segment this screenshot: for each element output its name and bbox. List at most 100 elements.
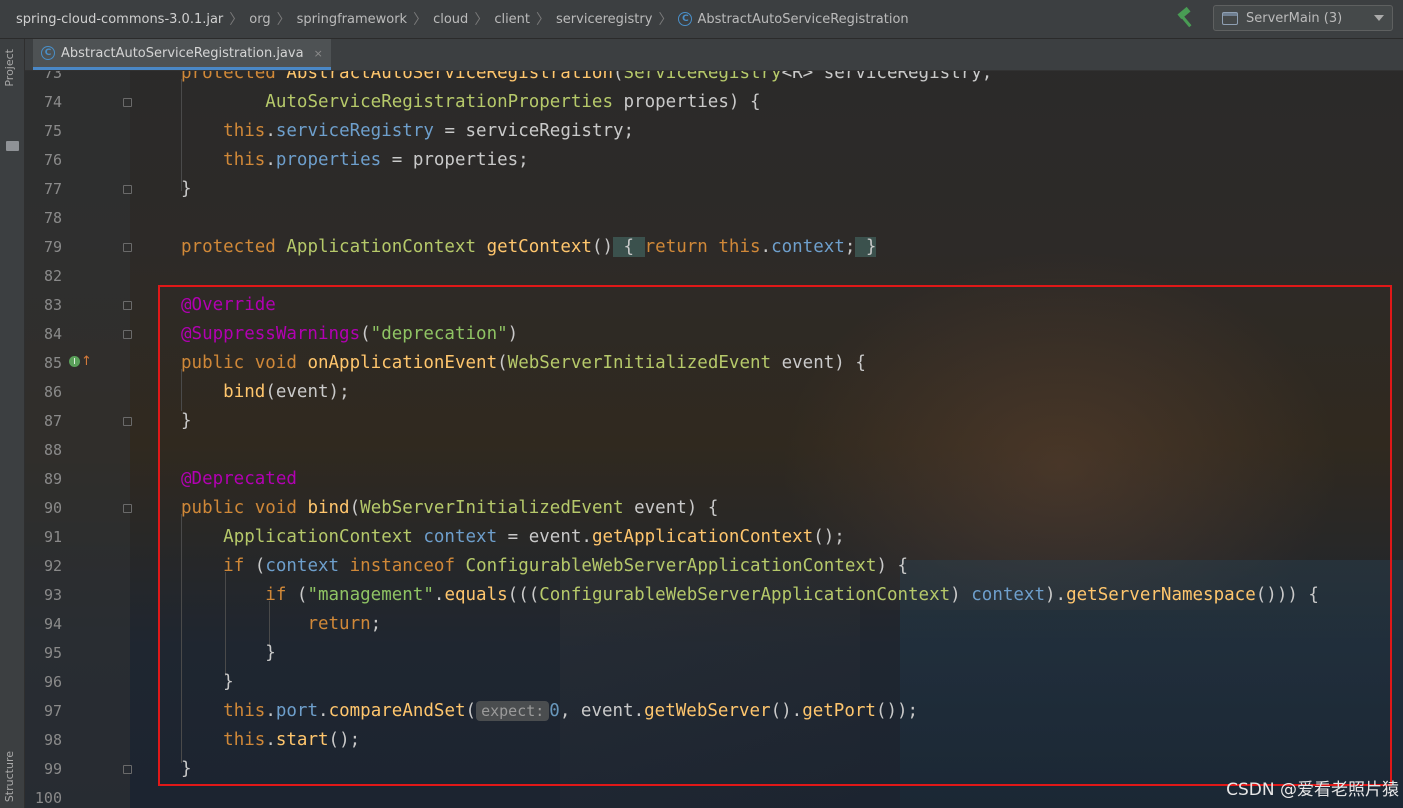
class-icon: C (678, 12, 693, 26)
line-number: 77 (43, 180, 62, 198)
breadcrumb-jar[interactable]: spring-cloud-commons-3.0.1.jar (16, 12, 223, 27)
code-line: 95 } (25, 639, 1403, 668)
code-line: 92 if (context instanceof ConfigurableWe… (25, 552, 1403, 581)
code-editor[interactable]: 73 protected AbstractAutoServiceRegistra… (25, 71, 1403, 808)
fold-icon[interactable] (123, 330, 132, 339)
code-text: } (181, 759, 192, 779)
line-number: 76 (43, 151, 62, 169)
fold-icon[interactable] (123, 504, 132, 513)
code-line: 93 if ("management".equals(((Configurabl… (25, 581, 1403, 610)
code-text: return; (307, 614, 382, 634)
line-number: 87 (43, 412, 62, 430)
breadcrumb-cloud[interactable]: cloud (433, 12, 468, 27)
code-line: 94 return; (25, 610, 1403, 639)
code-text: this.properties = properties; (223, 150, 529, 170)
breadcrumb-springframework[interactable]: springframework (297, 12, 407, 27)
code-text: bind(event); (223, 382, 350, 402)
line-number: 99 (43, 760, 62, 778)
close-icon[interactable]: × (314, 47, 323, 60)
fold-icon[interactable] (123, 301, 132, 310)
run-configuration-select[interactable]: ServerMain (3) (1213, 5, 1393, 31)
class-icon: C (41, 46, 55, 60)
code-line: 79 protected ApplicationContext getConte… (25, 233, 1403, 262)
code-text: if ("management".equals(((ConfigurableWe… (265, 585, 1319, 605)
line-number: 84 (43, 325, 62, 343)
chevron-down-icon (1374, 15, 1384, 21)
code-line: 75 this.serviceRegistry = serviceRegistr… (25, 117, 1403, 146)
fold-icon[interactable] (123, 243, 132, 252)
code-text: public void bind(WebServerInitializedEve… (181, 498, 719, 518)
structure-tool-button[interactable]: Structure (3, 751, 16, 802)
code-text: @Deprecated (181, 469, 297, 489)
parameter-hint: expect: (476, 701, 550, 721)
code-text: } (181, 672, 234, 692)
code-line: 86 bind(event); (25, 378, 1403, 407)
editor-tab-bar: C AbstractAutoServiceRegistration.java × (25, 39, 1403, 71)
application-config-icon (1222, 11, 1238, 25)
breadcrumb-separator: 〉 (536, 12, 551, 28)
code-line: 76 this.properties = properties; (25, 146, 1403, 175)
line-number: 92 (43, 557, 62, 575)
code-line: 96 } (25, 668, 1403, 697)
code-line: 77 } (25, 175, 1403, 204)
code-text: this.serviceRegistry = serviceRegistry; (223, 121, 635, 141)
line-number: 83 (43, 296, 62, 314)
line-number: 98 (43, 731, 62, 749)
run-configuration-label: ServerMain (3) (1246, 10, 1343, 26)
code-lines: 73 protected AbstractAutoServiceRegistra… (25, 71, 1403, 808)
project-tool-button[interactable]: Project (3, 49, 16, 87)
line-number: 86 (43, 383, 62, 401)
code-text: } (181, 643, 276, 663)
breadcrumb: spring-cloud-commons-3.0.1.jar 〉 org 〉 s… (0, 9, 909, 29)
breadcrumb-serviceregistry[interactable]: serviceregistry (556, 12, 652, 27)
fold-icon[interactable] (123, 417, 132, 426)
code-line: 84 @SuppressWarnings("deprecation") (25, 320, 1403, 349)
code-line: 74 AutoServiceRegistrationProperties pro… (25, 88, 1403, 117)
code-text: public void onApplicationEvent(WebServer… (181, 353, 866, 373)
tab-abstract-auto-service-registration[interactable]: C AbstractAutoServiceRegistration.java × (33, 39, 331, 70)
code-text: protected ApplicationContext getContext(… (181, 237, 877, 257)
breadcrumb-separator: 〉 (658, 12, 673, 28)
breadcrumb-separator: 〉 (474, 12, 489, 28)
folder-icon (6, 141, 19, 151)
breadcrumb-class[interactable]: AbstractAutoServiceRegistration (697, 12, 908, 27)
code-line: 98 this.start(); (25, 726, 1403, 755)
fold-icon[interactable] (123, 765, 132, 774)
fold-icon[interactable] (123, 185, 132, 194)
code-line: 87 } (25, 407, 1403, 436)
line-number: 95 (43, 644, 62, 662)
code-text: this.start(); (223, 730, 361, 750)
code-text: if (context instanceof ConfigurableWebSe… (223, 556, 909, 576)
line-number: 85 (43, 354, 62, 372)
line-number: 89 (43, 470, 62, 488)
line-number: 96 (43, 673, 62, 691)
code-text: @SuppressWarnings("deprecation") (181, 324, 519, 344)
breadcrumb-org[interactable]: org (249, 12, 270, 27)
code-line: 91 ApplicationContext context = event.ge… (25, 523, 1403, 552)
breadcrumb-separator: 〉 (413, 12, 428, 28)
code-line: 73 protected AbstractAutoServiceRegistra… (25, 71, 1403, 88)
code-line: 90 public void bind(WebServerInitialized… (25, 494, 1403, 523)
line-number: 82 (43, 267, 62, 285)
code-text: this.port.compareAndSet(expect: 0, event.… (223, 701, 919, 721)
code-line: 85 I ↑ public void onApplicationEvent(Web… (25, 349, 1403, 378)
code-text: @Override (181, 295, 276, 315)
breadcrumb-client[interactable]: client (494, 12, 530, 27)
breadcrumb-separator: 〉 (229, 12, 244, 28)
line-number: 100 (34, 789, 62, 807)
line-number: 91 (43, 528, 62, 546)
line-number: 90 (43, 499, 62, 517)
code-line: 78 (25, 204, 1403, 233)
code-line: 88 (25, 436, 1403, 465)
fold-icon[interactable] (123, 98, 132, 107)
toolbar-right: ServerMain (3) (1175, 5, 1393, 31)
line-number: 93 (43, 586, 62, 604)
line-number: 78 (43, 209, 62, 227)
left-tool-strip: Project Structure (0, 39, 25, 808)
code-line: 99 } (25, 755, 1403, 784)
code-line: 83 @Override (25, 291, 1403, 320)
code-line: 97 this.port.compareAndSet(expect: 0, eve… (25, 697, 1403, 726)
hammer-icon[interactable] (1175, 6, 1197, 29)
line-number: 88 (43, 441, 62, 459)
code-text: protected AbstractAutoServiceRegistratio… (181, 71, 993, 83)
